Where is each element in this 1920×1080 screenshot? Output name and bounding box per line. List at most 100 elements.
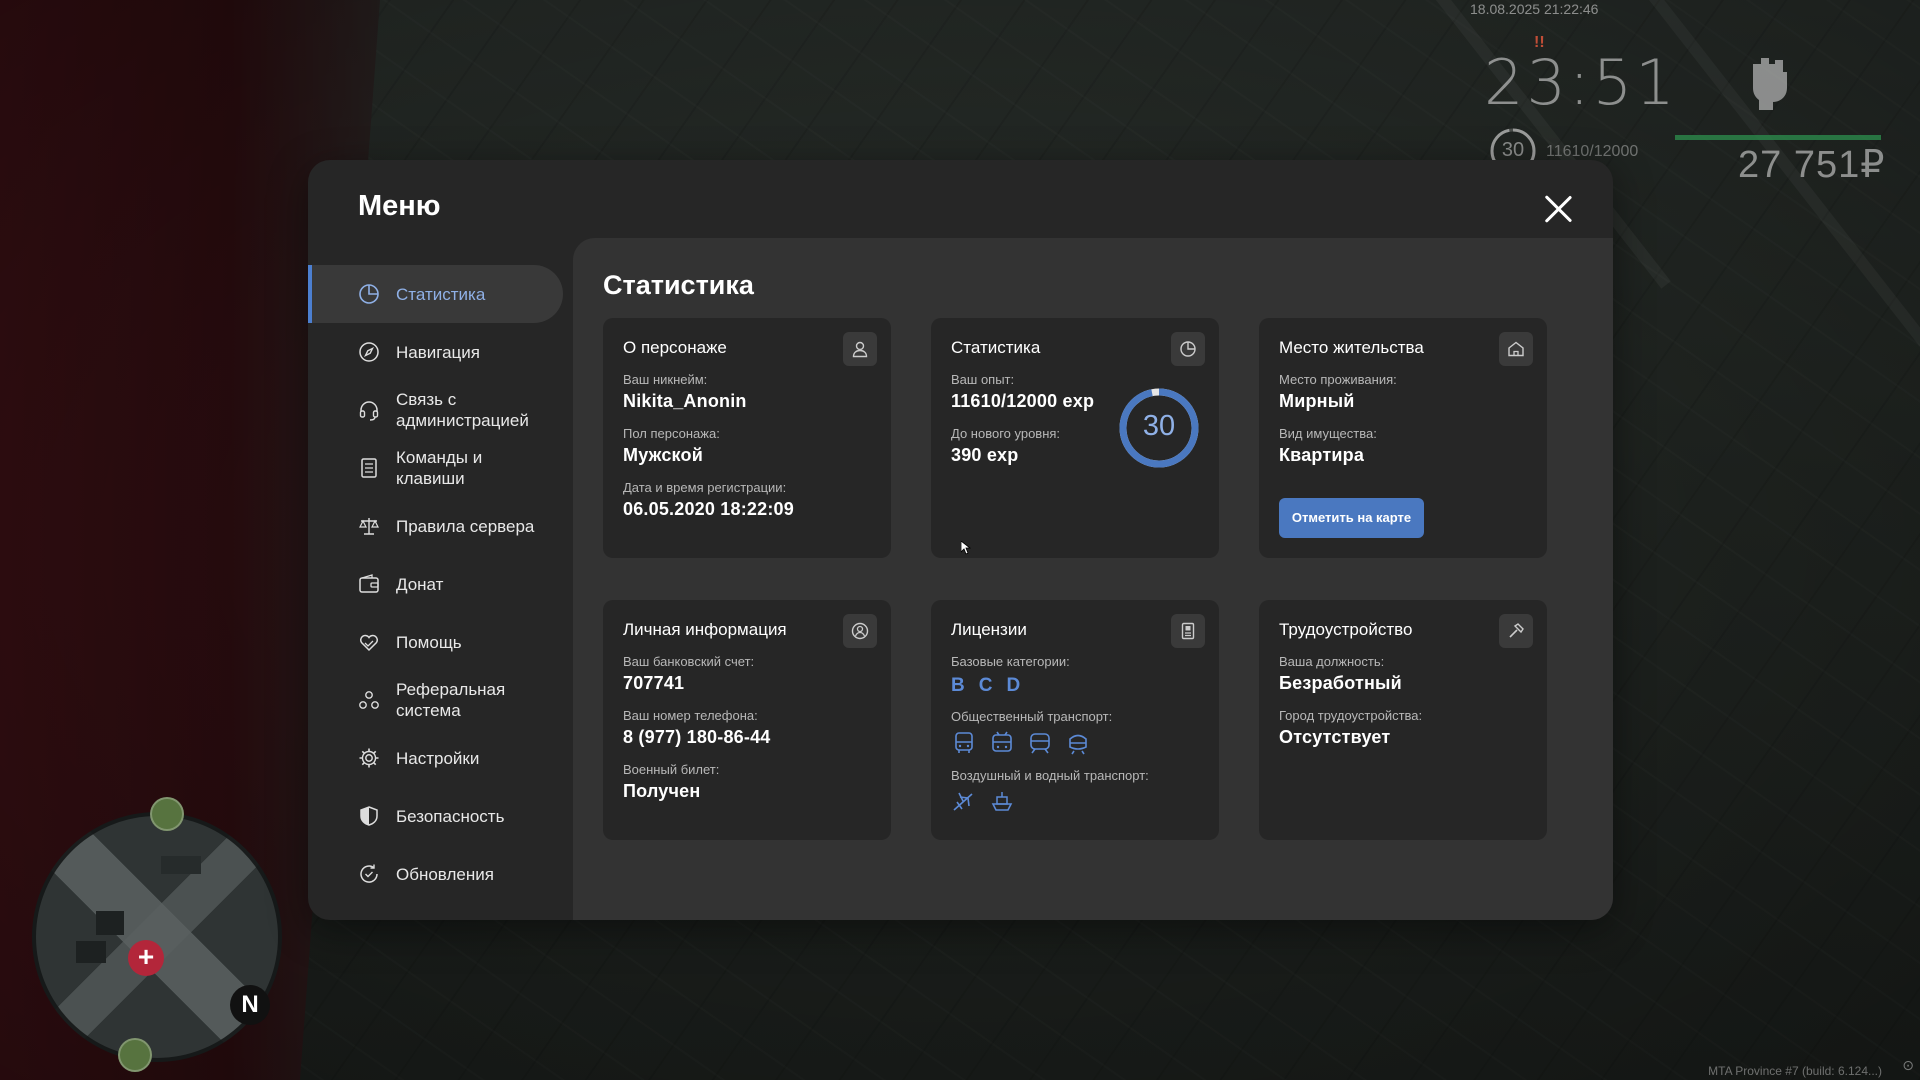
- air-water-licenses: [951, 789, 1199, 815]
- card-personal-info: Личная информация Ваш банковский счет: 7…: [603, 600, 891, 840]
- hud-level: 30: [1501, 139, 1525, 161]
- bus-icon: [955, 732, 973, 753]
- sidebar-item-help[interactable]: Помощь: [308, 613, 563, 671]
- sidebar-item-label: Правила сервера: [396, 516, 535, 536]
- sidebar: Статистика Навигация Связь с администрац…: [308, 265, 563, 903]
- license-category-c: C: [978, 675, 993, 696]
- field-label: Ваш банковский счет:: [623, 654, 755, 669]
- sidebar-item-admin-contact[interactable]: Связь с администрацией: [308, 381, 563, 439]
- field-label: Общественный транспорт:: [951, 709, 1113, 724]
- tram-icon: [1030, 733, 1050, 754]
- sidebar-item-updates[interactable]: Обновления: [308, 845, 563, 903]
- people-icon: [359, 691, 379, 709]
- license-card-icon: [1171, 614, 1205, 648]
- residence-place-value: Мирный: [1279, 391, 1355, 411]
- bank-account-value: 707741: [623, 673, 685, 693]
- sidebar-item-rules[interactable]: Правила сервера: [308, 497, 563, 555]
- card-title: Статистика: [951, 338, 1041, 357]
- sidebar-item-label: Реферальная система: [396, 680, 506, 720]
- phone-value: 8 (977) 180-86-44: [623, 727, 771, 747]
- sidebar-item-label: Настройки: [396, 748, 480, 768]
- sidebar-item-label: Команды и клавиши: [396, 448, 483, 488]
- minimap[interactable]: [32, 812, 282, 1062]
- sidebar-item-label: Донат: [396, 574, 444, 594]
- level-value: 30: [1142, 410, 1176, 442]
- card-residence: Место жительства Место проживания: Мирны…: [1259, 318, 1547, 558]
- card-title: Место жительства: [1279, 338, 1424, 357]
- pie-chart-icon: [1171, 332, 1205, 366]
- close-button[interactable]: [1543, 194, 1573, 224]
- card-about-character: О персонаже Ваш никнейм: Nikita_Anonin П…: [603, 318, 891, 558]
- wallet-icon: [359, 574, 379, 593]
- pie-chart-icon: [359, 284, 379, 304]
- sidebar-item-label: Помощь: [396, 632, 462, 652]
- heart-hand-icon: [360, 634, 378, 652]
- sidebar-item-label: Статистика: [396, 284, 486, 304]
- boat-icon: [991, 792, 1013, 811]
- sidebar-item-navigation[interactable]: Навигация: [308, 323, 563, 381]
- job-city-value: Отсутствует: [1279, 727, 1391, 747]
- sidebar-item-settings[interactable]: Настройки: [308, 729, 563, 787]
- sidebar-item-label: Связь с администрацией: [396, 390, 529, 430]
- user-icon: [843, 332, 877, 366]
- sidebar-item-label: Обновления: [396, 864, 494, 884]
- sidebar-item-label: Навигация: [396, 342, 480, 362]
- document-icon: [361, 458, 377, 478]
- field-label: Военный билет:: [623, 762, 720, 777]
- field-label: Базовые категории:: [951, 654, 1070, 669]
- map-building: [76, 941, 106, 963]
- fist-icon: [1753, 58, 1787, 110]
- sex-value: Мужской: [623, 445, 703, 465]
- trolleybus-icon: [992, 731, 1012, 752]
- field-label: Пол персонажа:: [623, 426, 720, 441]
- sidebar-item-referral[interactable]: Реферальная система: [308, 671, 563, 729]
- hud-clock: 23:51: [1484, 46, 1678, 119]
- card-statistics: Статистика Ваш опыт: 11610/12000 exp До …: [931, 318, 1219, 558]
- sidebar-item-statistics[interactable]: Статистика: [308, 265, 563, 323]
- sidebar-item-commands[interactable]: Команды и клавиши: [308, 439, 563, 497]
- public-transport-licenses: [951, 730, 1199, 756]
- headset-icon: [359, 401, 379, 421]
- refresh-check-icon: [360, 864, 378, 883]
- hud-exp: 11610/12000: [1546, 143, 1639, 160]
- map-bank-icon: [150, 797, 184, 831]
- field-label: Ваш никнейм:: [623, 372, 708, 387]
- hud-money: 27 751₽: [1738, 144, 1886, 186]
- sidebar-item-label: Безопасность: [396, 806, 505, 826]
- military-id-value: Получен: [623, 781, 701, 801]
- home-icon: [1499, 332, 1533, 366]
- field-label: Ваш номер телефона:: [623, 708, 758, 723]
- sidebar-item-donate[interactable]: Донат: [308, 555, 563, 613]
- nickname-value: Nikita_Anonin: [623, 391, 747, 411]
- sidebar-item-security[interactable]: Безопасность: [308, 787, 563, 845]
- field-label: Ваша должность:: [1279, 654, 1385, 669]
- card-title: О персонаже: [623, 338, 727, 357]
- location-icon: ⊙: [1902, 1057, 1914, 1073]
- card-title: Трудоустройство: [1279, 620, 1413, 639]
- card-employment: Трудоустройство Ваша должность: Безработ…: [1259, 600, 1547, 840]
- field-label: Место проживания:: [1279, 372, 1397, 387]
- section-title: Статистика: [603, 270, 754, 300]
- card-licenses: Лицензии Базовые категории: B C D Общест…: [931, 600, 1219, 840]
- map-building: [161, 856, 201, 874]
- user-circle-icon: [843, 614, 877, 648]
- airplane-icon: [953, 792, 973, 811]
- scales-icon: [359, 518, 379, 535]
- property-type-value: Квартира: [1279, 445, 1365, 465]
- north-marker: N: [230, 985, 270, 1025]
- map-shop-icon: [118, 1038, 152, 1072]
- mouse-cursor-icon: [961, 541, 971, 555]
- hospital-icon: +: [128, 940, 164, 976]
- gear-icon: [359, 748, 379, 768]
- field-label: Город трудоустройства:: [1279, 708, 1423, 723]
- hud-date: 18.08.2025 21:22:46: [1470, 1, 1599, 17]
- card-title: Личная информация: [623, 620, 787, 639]
- license-category-d: D: [1006, 675, 1021, 696]
- field-label: Вид имущества:: [1279, 426, 1377, 441]
- mark-on-map-button[interactable]: Отметить на карте: [1279, 498, 1424, 538]
- registration-value: 06.05.2020 18:22:09: [623, 499, 794, 519]
- menu-title: Меню: [358, 190, 441, 222]
- train-icon: [1069, 734, 1087, 755]
- license-categories: B C D: [951, 675, 1199, 697]
- card-title: Лицензии: [951, 620, 1027, 639]
